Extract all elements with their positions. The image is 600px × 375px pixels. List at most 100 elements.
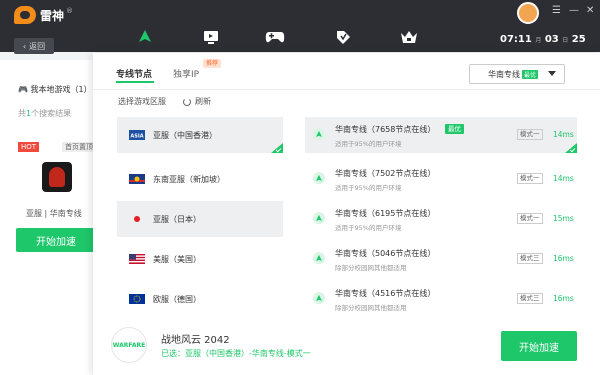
back-button[interactable]: ‹ 返回 xyxy=(14,38,54,54)
node-item[interactable]: 华南专线（7658节点在线） 最优 适用于95%的用户环境 模式一 14ms xyxy=(305,117,577,153)
back-label: 返回 xyxy=(29,41,46,51)
recommend-badge: 推荐 xyxy=(203,59,222,68)
clock-month: 03 xyxy=(544,34,559,45)
region-label-text: 亚服（日本） xyxy=(153,214,201,224)
node-ping: 16ms xyxy=(553,254,574,263)
node-mode-tag[interactable]: 模式一 xyxy=(517,129,543,140)
region-label-text: 美服（美国） xyxy=(153,254,201,264)
minimize-icon[interactable]: — xyxy=(569,5,579,16)
region-label: 选择游戏区服 xyxy=(118,97,166,106)
asia-flag-icon: ASIA xyxy=(129,130,145,140)
nav-accelerate-active[interactable] xyxy=(128,22,162,52)
node-ping: 15ms xyxy=(553,214,574,223)
refresh-label: 刷新 xyxy=(195,97,211,106)
asean-flag-icon xyxy=(129,174,145,184)
region-item-sea-sg[interactable]: 东南亚服（新加坡） xyxy=(117,161,283,197)
tab-divider xyxy=(93,89,600,90)
node-selection-modal: 专线节点 独享IP 推荐 华南专线 最优 选择游戏区服 刷新 ASIA 亚服（中… xyxy=(93,53,600,375)
region-item-us[interactable]: 美服（美国） xyxy=(117,241,283,277)
tv-icon[interactable] xyxy=(200,28,222,46)
node-mode-tag[interactable]: 模式一 xyxy=(517,213,543,224)
node-item[interactable]: 华南专线（4516节点在线） 除部分校园网其他都适用 模式三 16ms xyxy=(305,281,577,317)
node-tree-icon xyxy=(313,292,325,304)
node-ping: 14ms xyxy=(553,174,574,183)
node-name: 华南专线（7658节点在线） xyxy=(335,125,436,134)
svg-text:ASIA: ASIA xyxy=(130,134,143,140)
line-select-value: 华南专线 xyxy=(488,69,520,79)
node-mode-tag[interactable]: 模式一 xyxy=(517,173,543,184)
region-label-text: 东南亚服（新加坡） xyxy=(153,174,225,184)
selected-check-icon xyxy=(271,143,283,153)
game-logo: WARFARE xyxy=(111,327,147,363)
line-select-best-badge: 最优 xyxy=(522,69,539,79)
tag-icon[interactable] xyxy=(332,28,354,46)
hot-badge: HOT xyxy=(18,142,40,152)
region-item-asia-jp[interactable]: 亚服（日本） xyxy=(117,201,283,237)
node-tree-icon xyxy=(313,128,325,140)
node-name: 华南专线（4516节点在线） xyxy=(335,289,436,298)
clock-month-label: 月 xyxy=(535,37,542,44)
node-tree-icon xyxy=(313,172,325,184)
usa-flag-icon xyxy=(129,254,145,264)
region-item-eu[interactable]: 欧服（德国） xyxy=(117,281,283,317)
line-select-dropdown[interactable]: 华南专线 最优 xyxy=(469,64,565,84)
tab-exclusive-ip[interactable]: 独享IP xyxy=(173,67,199,80)
controller-icon: 🎮 xyxy=(18,85,31,94)
chevron-down-icon xyxy=(548,71,556,76)
node-ping: 14ms xyxy=(553,130,574,139)
clock-day-label: 日 xyxy=(562,37,569,44)
node-desc: 适用于95%的用户环境 xyxy=(335,184,402,192)
node-tree-icon xyxy=(313,212,325,224)
close-icon[interactable]: ✕ xyxy=(586,5,594,16)
tab-active-underline xyxy=(116,81,154,83)
local-games-title-text: 我本地游戏（1） xyxy=(30,85,92,94)
modal-footer: WARFARE 战地风云 2042 已选：亚服（中国香港）-华南专线-模式一 开… xyxy=(93,315,600,375)
clock-time: 07:11 xyxy=(500,34,532,45)
region-label-text: 亚服（中国香港） xyxy=(153,130,217,140)
node-item[interactable]: 华南专线（5046节点在线） 除部分校园网其他都适用 模式三 16ms xyxy=(305,241,577,277)
node-ping: 16ms xyxy=(553,294,574,303)
logo-text: 雷神 xyxy=(40,8,65,23)
node-best-badge: 最优 xyxy=(445,124,464,134)
tab-dedicated-nodes[interactable]: 专线节点 xyxy=(116,67,152,80)
crown-icon[interactable] xyxy=(398,28,420,46)
app-logo: 雷神 ® xyxy=(14,5,73,25)
top-bar: 雷神 ® ☰ — ✕ 07:11 月 03 日 25 xyxy=(0,0,600,52)
start-accelerate-button[interactable]: 开始加速 xyxy=(501,331,577,361)
node-name: 华南专线（7502节点在线） xyxy=(335,169,436,178)
pin-tag[interactable]: 首页置顶 xyxy=(62,142,96,152)
game-region-text: 亚服 | 华南专线 xyxy=(26,209,82,218)
region-item-asia-hk[interactable]: ASIA 亚服（中国香港） xyxy=(117,117,283,153)
node-desc: 除部分校园网其他都适用 xyxy=(335,264,407,272)
node-desc: 适用于95%的用户环境 xyxy=(335,140,402,148)
node-item[interactable]: 华南专线（6195节点在线） 适用于95%的用户环境 模式一 15ms xyxy=(305,201,577,237)
clock-day: 25 xyxy=(571,34,586,45)
eu-flag-icon xyxy=(129,294,145,304)
selected-summary: 已选：亚服（中国香港）-华南专线-模式一 xyxy=(161,349,311,358)
node-tree-icon xyxy=(313,252,325,264)
logo-registered: ® xyxy=(66,7,74,15)
left-start-button[interactable]: 开始加速 xyxy=(16,228,96,252)
node-desc: 适用于95%的用户环境 xyxy=(335,224,402,232)
node-item[interactable]: 华南专线（7502节点在线） 适用于95%的用户环境 模式一 14ms xyxy=(305,161,577,197)
refresh-button[interactable]: 刷新 xyxy=(183,96,211,107)
back-arrow-icon: ‹ xyxy=(22,41,27,51)
refresh-icon xyxy=(183,97,191,106)
japan-flag-icon xyxy=(129,214,145,224)
local-games-title: 🎮 我本地游戏（1） xyxy=(18,84,92,95)
clock: 07:11 月 03 日 25 xyxy=(500,34,586,45)
node-name: 华南专线（6195节点在线） xyxy=(335,209,436,218)
user-avatar[interactable] xyxy=(517,2,539,24)
gamepad-icon[interactable] xyxy=(264,28,286,46)
node-name: 华南专线（5046节点在线） xyxy=(335,249,436,258)
logo-icon xyxy=(14,6,36,24)
node-desc: 除部分校园网其他都适用 xyxy=(335,304,407,312)
region-label-text: 欧服（德国） xyxy=(153,294,201,304)
node-mode-tag[interactable]: 模式三 xyxy=(517,253,543,264)
node-mode-tag[interactable]: 模式三 xyxy=(517,293,543,304)
count-suffix: 个搜索结果 xyxy=(31,109,72,118)
game-title: 战地风云 2042 xyxy=(161,335,230,346)
count-prefix: 共 xyxy=(18,109,26,118)
menu-icon[interactable]: ☰ xyxy=(552,5,561,16)
game-cover[interactable] xyxy=(42,162,72,192)
